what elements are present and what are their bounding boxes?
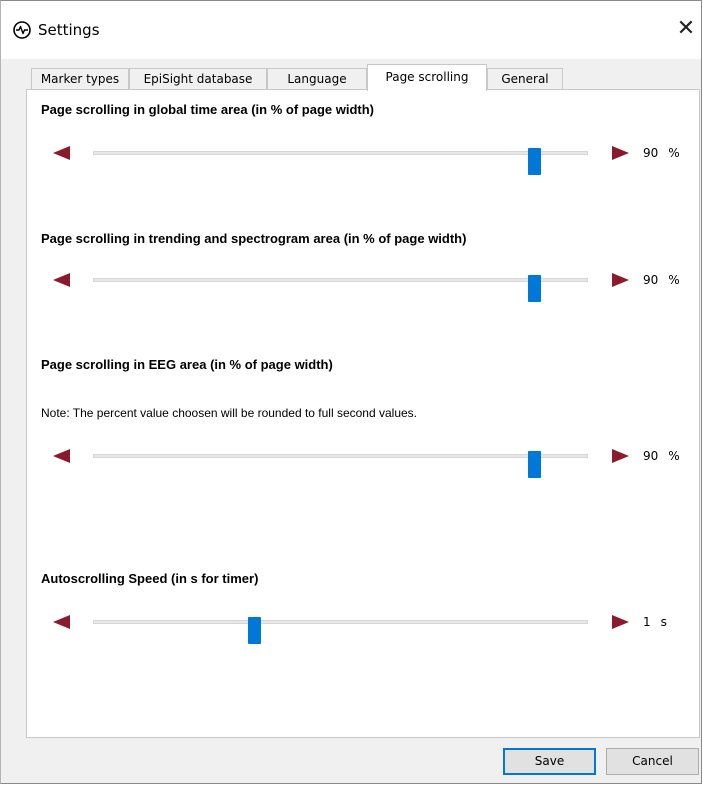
arrow-right-icon[interactable] xyxy=(612,273,629,287)
slider-track[interactable] xyxy=(93,148,588,175)
slider-thumb[interactable] xyxy=(527,148,541,175)
slider-value: 90% xyxy=(643,146,680,160)
slider-trending: 90% xyxy=(27,270,699,302)
slider-track[interactable] xyxy=(93,617,588,644)
arrow-left-icon[interactable] xyxy=(53,449,70,463)
close-icon[interactable]: ✕ xyxy=(671,9,701,49)
section-heading-eeg: Page scrolling in EEG area (in % of page… xyxy=(41,357,333,372)
value-number: 1 xyxy=(643,615,651,629)
pulse-circle-icon xyxy=(13,21,31,39)
cancel-button[interactable]: Cancel xyxy=(606,748,699,775)
settings-dialog: Settings ✕ Marker types EpiSight databas… xyxy=(0,0,702,784)
tab-episight-database[interactable]: EpiSight database xyxy=(129,68,267,90)
value-number: 90 xyxy=(643,449,659,463)
eeg-note: Note: The percent value choosen will be … xyxy=(41,406,418,420)
arrow-left-icon[interactable] xyxy=(53,615,70,629)
value-unit: s xyxy=(660,615,667,629)
slider-thumb[interactable] xyxy=(527,275,541,302)
arrow-right-icon[interactable] xyxy=(612,449,629,463)
slider-value: 90% xyxy=(643,449,680,463)
tab-general[interactable]: General xyxy=(487,68,563,90)
slider-value: 1s xyxy=(643,615,667,629)
slider-track[interactable] xyxy=(93,451,588,478)
slider-autoscroll: 1s xyxy=(27,612,699,644)
slider-value: 90% xyxy=(643,273,680,287)
value-unit: % xyxy=(668,146,680,160)
arrow-right-icon[interactable] xyxy=(612,615,629,629)
section-heading-autoscroll: Autoscrolling Speed (in s for timer) xyxy=(41,571,259,586)
arrow-left-icon[interactable] xyxy=(53,146,70,160)
slider-thumb[interactable] xyxy=(527,451,541,478)
tab-language[interactable]: Language xyxy=(267,68,367,90)
value-number: 90 xyxy=(643,146,659,160)
tab-marker-types[interactable]: Marker types xyxy=(31,68,129,90)
slider-global-time: 90% xyxy=(27,143,699,175)
slider-track[interactable] xyxy=(93,275,588,302)
value-unit: % xyxy=(668,449,680,463)
slider-eeg: 90% xyxy=(27,446,699,478)
section-heading-global-time: Page scrolling in global time area (in %… xyxy=(41,102,374,117)
title-bar: Settings ✕ xyxy=(1,1,701,59)
tab-page-scrolling[interactable]: Page scrolling xyxy=(367,64,487,91)
arrow-left-icon[interactable] xyxy=(53,273,70,287)
section-heading-trending: Page scrolling in trending and spectrogr… xyxy=(41,231,467,246)
slider-thumb[interactable] xyxy=(248,617,262,644)
save-button[interactable]: Save xyxy=(503,748,596,775)
arrow-right-icon[interactable] xyxy=(612,146,629,160)
page-scrolling-panel: Page scrolling in global time area (in %… xyxy=(26,89,700,738)
window-title: Settings xyxy=(38,21,100,39)
value-number: 90 xyxy=(643,273,659,287)
value-unit: % xyxy=(668,273,680,287)
